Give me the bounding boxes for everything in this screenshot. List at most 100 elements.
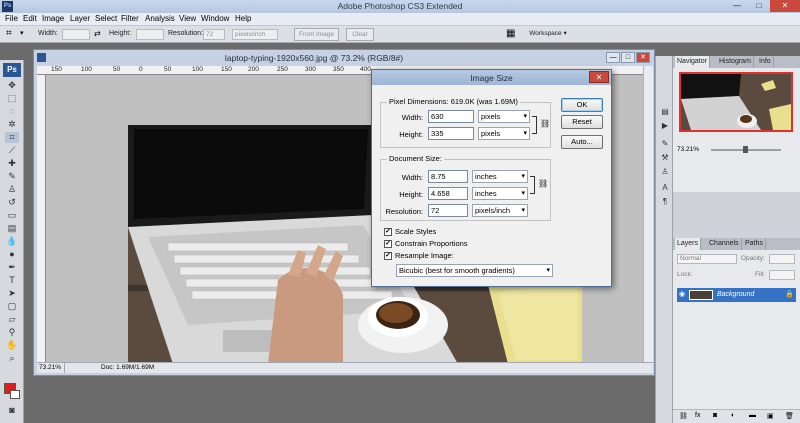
menu-select[interactable]: Select	[95, 14, 117, 23]
menu-edit[interactable]: Edit	[23, 14, 37, 23]
link-layers-icon[interactable]: ⛓	[679, 412, 688, 420]
maximize-button[interactable]: □	[748, 0, 770, 12]
doc-width-input[interactable]: 8.75	[428, 170, 468, 183]
pixel-width-input[interactable]: 630	[428, 110, 474, 123]
history-panel-icon[interactable]: ▤	[659, 106, 671, 117]
eraser-tool-icon[interactable]: ▭	[5, 210, 19, 221]
swap-icon[interactable]: ⇄	[94, 29, 101, 38]
magic-wand-tool-icon[interactable]: ✲	[5, 119, 19, 130]
eyedropper-tool-icon[interactable]: ⚲	[5, 327, 19, 338]
adjustment-layer-icon[interactable]: ◐	[731, 412, 735, 419]
new-group-icon[interactable]: ▬	[749, 412, 756, 419]
opacity-field[interactable]	[769, 254, 795, 264]
marquee-tool-icon[interactable]: ⬚	[5, 93, 19, 104]
tab-histogram[interactable]: Histogram	[717, 56, 754, 68]
trash-icon[interactable]: 🗑	[785, 412, 794, 420]
vertical-scrollbar[interactable]	[643, 66, 653, 362]
paragraph-panel-icon[interactable]: ¶	[659, 196, 671, 207]
width-field[interactable]	[62, 29, 90, 40]
type-tool-icon[interactable]: T	[5, 275, 19, 286]
move-tool-icon[interactable]: ✥	[5, 80, 19, 91]
dialog-title-bar[interactable]: Image Size ✕	[372, 70, 611, 85]
blend-mode-select[interactable]: Normal	[677, 254, 737, 264]
pixel-height-unit-select[interactable]: pixels ▾	[478, 127, 530, 140]
clear-button[interactable]: Clear	[346, 28, 374, 41]
background-color-swatch[interactable]	[10, 390, 20, 399]
doc-close-button[interactable]: ✕	[636, 52, 650, 63]
pixel-height-input[interactable]: 335	[428, 127, 474, 140]
menu-filter[interactable]: Filter	[121, 14, 139, 23]
resolution-unit-select[interactable]: pixels/inch ▾	[472, 204, 528, 217]
minimize-button[interactable]: —	[726, 0, 748, 12]
resample-image-checkbox[interactable]: ✓	[384, 252, 392, 260]
dialog-close-button[interactable]: ✕	[589, 71, 609, 83]
gradient-tool-icon[interactable]: ▤	[5, 223, 19, 234]
tab-paths[interactable]: Paths	[743, 238, 766, 250]
dodge-tool-icon[interactable]: ●	[5, 249, 19, 260]
tool-presets-panel-icon[interactable]: ⚒	[659, 152, 671, 163]
menu-layer[interactable]: Layer	[70, 14, 90, 23]
tab-channels[interactable]: Channels	[707, 238, 742, 250]
close-button[interactable]: ✕	[770, 0, 800, 12]
path-selection-tool-icon[interactable]: ➤	[5, 288, 19, 299]
menu-view[interactable]: View	[179, 14, 196, 23]
bridge-icon[interactable]: ▦	[506, 28, 515, 39]
menu-analysis[interactable]: Analysis	[145, 14, 175, 23]
layer-row-background[interactable]: ◉ Background 🔒	[677, 288, 796, 302]
slice-tool-icon[interactable]: ⟋	[5, 145, 19, 156]
pen-tool-icon[interactable]: ✒	[5, 262, 19, 273]
healing-brush-tool-icon[interactable]: ✚	[5, 158, 19, 169]
doc-height-unit-select[interactable]: inches ▾	[472, 187, 528, 200]
scale-styles-checkbox[interactable]: ✓	[384, 228, 392, 236]
menu-help[interactable]: Help	[235, 14, 251, 23]
height-field[interactable]	[136, 29, 164, 40]
actions-panel-icon[interactable]: ▶	[659, 120, 671, 131]
crop-tool-icon[interactable]: ⌗	[5, 132, 19, 143]
notes-tool-icon[interactable]: ▱	[5, 314, 19, 325]
resolution-unit-select[interactable]: pixels/inch	[232, 29, 278, 40]
character-panel-icon[interactable]: A	[659, 182, 671, 193]
zoom-field[interactable]: 73.21%	[37, 363, 65, 373]
resample-method-select[interactable]: Bicubic (best for smooth gradients) ▾	[396, 264, 553, 277]
quick-mask-icon[interactable]: ◙	[5, 405, 19, 416]
new-layer-icon[interactable]: ▣	[767, 412, 774, 420]
tool-preset-chevron-icon[interactable]: ▾	[20, 29, 24, 37]
clone-stamp-tool-icon[interactable]: ♙	[5, 184, 19, 195]
menu-file[interactable]: File	[5, 14, 18, 23]
crop-tool-icon[interactable]: ⌗	[6, 28, 12, 39]
tab-layers[interactable]: Layers	[675, 238, 702, 250]
doc-info[interactable]: Doc: 1.69M/1.69M	[101, 363, 154, 373]
workspace-menu[interactable]: Workspace ▾	[524, 28, 572, 41]
doc-width-unit-select[interactable]: inches ▾	[472, 170, 528, 183]
doc-height-input[interactable]: 4.658	[428, 187, 468, 200]
history-brush-tool-icon[interactable]: ↺	[5, 197, 19, 208]
menu-window[interactable]: Window	[201, 14, 229, 23]
zoom-tool-icon[interactable]: ⌕	[5, 353, 19, 364]
lasso-tool-icon[interactable]: ◌	[5, 106, 19, 117]
layer-mask-icon[interactable]: ◙	[713, 412, 717, 419]
tab-navigator[interactable]: Navigator	[675, 56, 710, 68]
navigator-slider-handle[interactable]	[743, 146, 748, 153]
hand-tool-icon[interactable]: ✋	[5, 340, 19, 351]
layer-style-icon[interactable]: fx	[695, 412, 700, 419]
fill-field[interactable]	[769, 270, 795, 280]
navigator-zoom[interactable]: 73.21%	[677, 146, 699, 153]
pixel-width-unit-select[interactable]: pixels ▾	[478, 110, 530, 123]
shape-tool-icon[interactable]: ▢	[5, 301, 19, 312]
constrain-proportions-checkbox[interactable]: ✓	[384, 240, 392, 248]
eye-icon[interactable]: ◉	[679, 290, 687, 300]
resolution-input[interactable]: 72	[428, 204, 468, 217]
navigator-thumbnail[interactable]	[679, 72, 793, 132]
clone-source-panel-icon[interactable]: ♙	[659, 166, 671, 177]
doc-minimize-button[interactable]: —	[606, 52, 620, 63]
tab-info[interactable]: Info	[757, 56, 774, 68]
auto-button[interactable]: Auto...	[561, 135, 603, 149]
ok-button[interactable]: OK	[561, 98, 603, 112]
resolution-field[interactable]: 72	[203, 29, 225, 40]
doc-maximize-button[interactable]: □	[621, 52, 635, 63]
blur-tool-icon[interactable]: 💧	[5, 236, 19, 247]
brush-tool-icon[interactable]: ✎	[5, 171, 19, 182]
menu-image[interactable]: Image	[42, 14, 64, 23]
reset-button[interactable]: Reset	[561, 115, 603, 129]
front-image-button[interactable]: Front Image	[294, 28, 339, 41]
